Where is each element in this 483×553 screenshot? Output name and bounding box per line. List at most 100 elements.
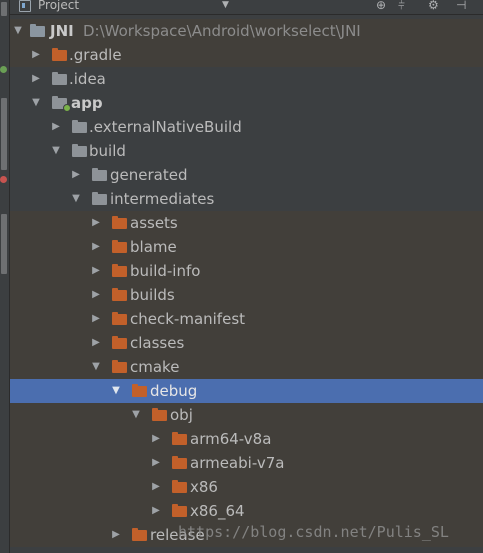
tree-item-label: debug — [150, 382, 198, 400]
tree-item-label: build-info — [130, 262, 201, 280]
folder-icon — [132, 528, 147, 541]
tree-item-check-manifest[interactable]: ▶ check-manifest — [10, 307, 483, 331]
tree-item-armeabi-v7a[interactable]: ▶ armeabi-v7a — [10, 451, 483, 475]
collapse-arrow-icon[interactable]: ▶ — [90, 235, 102, 259]
tree-item-label: intermediates — [110, 190, 215, 208]
tree-item-classes[interactable]: ▶ classes — [10, 331, 483, 355]
tree-item-generated[interactable]: ▶ generated — [10, 163, 483, 187]
project-view-icon — [19, 0, 31, 12]
collapse-arrow-icon[interactable]: ▶ — [30, 43, 42, 67]
gear-icon[interactable]: ⚙ — [428, 0, 439, 13]
tree-item-label: .idea — [69, 70, 106, 88]
tree-item-x86[interactable]: ▶ x86 — [10, 475, 483, 499]
tree-item-build[interactable]: ▼ build — [10, 139, 483, 163]
collapse-arrow-icon[interactable]: ▶ — [90, 259, 102, 283]
folder-icon — [52, 72, 67, 85]
tree-item-label: classes — [130, 334, 185, 352]
tree-root-path: D:\Workspace\Android\workselect\JNI — [83, 22, 361, 40]
collapse-arrow-icon[interactable]: ▶ — [150, 451, 162, 475]
tree-item-x86-64[interactable]: ▶ x86_64 — [10, 499, 483, 523]
tool-window-strip — [0, 0, 10, 553]
tree-item-debug[interactable]: ▼ debug — [10, 379, 483, 403]
folder-icon — [172, 480, 187, 493]
folder-icon — [112, 264, 127, 277]
tree-item-label: armeabi-v7a — [190, 454, 285, 472]
tree-item-gradle[interactable]: ▶ .gradle — [10, 43, 483, 67]
tree-item-label: obj — [170, 406, 193, 424]
strip-tab-structure[interactable] — [1, 98, 7, 170]
collapse-arrow-icon[interactable]: ▶ — [90, 211, 102, 235]
collapse-arrow-icon[interactable]: ▶ — [150, 427, 162, 451]
strip-tab-captures[interactable] — [1, 214, 7, 274]
folder-icon — [92, 168, 107, 181]
collapse-arrow-icon[interactable]: ▶ — [150, 499, 162, 523]
strip-status-dot-icon — [0, 66, 7, 73]
collapse-arrow-icon[interactable]: ▶ — [90, 283, 102, 307]
expand-arrow-icon[interactable]: ▼ — [50, 139, 62, 163]
tree-item-build-info[interactable]: ▶ build-info — [10, 259, 483, 283]
module-folder-icon — [52, 96, 71, 112]
tree-item-label: x86 — [190, 478, 218, 496]
folder-icon — [172, 432, 187, 445]
watermark-text: https://blog.csdn.net/Pulis_SL — [178, 523, 449, 541]
folder-icon — [112, 288, 127, 301]
tree-item-obj[interactable]: ▼ obj — [10, 403, 483, 427]
folder-icon — [112, 240, 127, 253]
project-view-title[interactable]: Project — [38, 0, 79, 13]
tree-item-assets[interactable]: ▶ assets — [10, 211, 483, 235]
tree-item-label: blame — [130, 238, 177, 256]
tree-item-label: .gradle — [69, 46, 122, 64]
caret-down-icon[interactable]: ▼ — [222, 0, 229, 12]
collapse-arrow-icon[interactable]: ▶ — [110, 523, 122, 547]
folder-icon — [172, 504, 187, 517]
tree-item-idea[interactable]: ▶ .idea — [10, 67, 483, 91]
folder-icon — [92, 192, 107, 205]
folder-icon — [52, 48, 67, 61]
expand-arrow-icon[interactable]: ▼ — [130, 403, 142, 427]
tree-item-app[interactable]: ▼ app — [10, 91, 483, 115]
tree-item-builds[interactable]: ▶ builds — [10, 283, 483, 307]
expand-arrow-icon[interactable]: ▼ — [110, 379, 122, 403]
collapse-arrow-icon[interactable]: ▶ — [90, 307, 102, 331]
pin-icon[interactable]: ⊣ — [456, 0, 466, 13]
project-toolbar: Project ▼ ⊕ ⫩ ⚙ ⊣ — [10, 0, 483, 15]
tree-item-label: check-manifest — [130, 310, 246, 328]
tree-item-externalnativebuild[interactable]: ▶ .externalNativeBuild — [10, 115, 483, 139]
collapse-arrow-icon[interactable]: ▶ — [70, 163, 82, 187]
collapse-arrow-icon[interactable]: ▶ — [90, 331, 102, 355]
tree-item-cmake[interactable]: ▼ cmake — [10, 355, 483, 379]
expand-arrow-icon[interactable]: ▼ — [90, 355, 102, 379]
tree-item-label: x86_64 — [190, 502, 245, 520]
tree-item-label: .externalNativeBuild — [89, 118, 242, 136]
folder-icon — [72, 144, 87, 157]
folder-icon — [112, 360, 127, 373]
tree-root-label: JNI — [50, 22, 74, 40]
project-tree: ▼ JNI D:\Workspace\Android\workselect\JN… — [10, 19, 483, 553]
folder-icon — [152, 408, 167, 421]
expand-arrow-icon[interactable]: ▼ — [30, 91, 42, 115]
tree-item-label: app — [71, 94, 103, 112]
strip-tab-icon[interactable] — [1, 2, 7, 16]
collapse-arrow-icon[interactable]: ▶ — [50, 115, 62, 139]
folder-icon — [72, 120, 87, 133]
collapse-all-icon[interactable]: ⫩ — [398, 0, 405, 13]
tree-item-label: arm64-v8a — [190, 430, 272, 448]
tree-item-arm64-v8a[interactable]: ▶ arm64-v8a — [10, 427, 483, 451]
tree-item-blame[interactable]: ▶ blame — [10, 235, 483, 259]
collapse-arrow-icon[interactable]: ▶ — [150, 475, 162, 499]
expand-arrow-icon[interactable]: ▼ — [12, 19, 24, 43]
tree-root-row[interactable]: ▼ JNI D:\Workspace\Android\workselect\JN… — [10, 19, 483, 43]
project-root-folder-icon — [30, 24, 45, 37]
tree-item-intermediates[interactable]: ▼ intermediates — [10, 187, 483, 211]
tree-item-label: generated — [110, 166, 188, 184]
folder-icon — [112, 312, 127, 325]
collapse-arrow-icon[interactable]: ▶ — [30, 67, 42, 91]
tree-item-label: builds — [130, 286, 175, 304]
tree-item-label: assets — [130, 214, 178, 232]
tree-item-label: build — [89, 142, 126, 160]
tree-item-label: cmake — [130, 358, 180, 376]
expand-arrow-icon[interactable]: ▼ — [70, 187, 82, 211]
strip-error-dot-icon — [0, 176, 7, 183]
target-icon[interactable]: ⊕ — [376, 0, 386, 13]
folder-icon — [112, 216, 127, 229]
